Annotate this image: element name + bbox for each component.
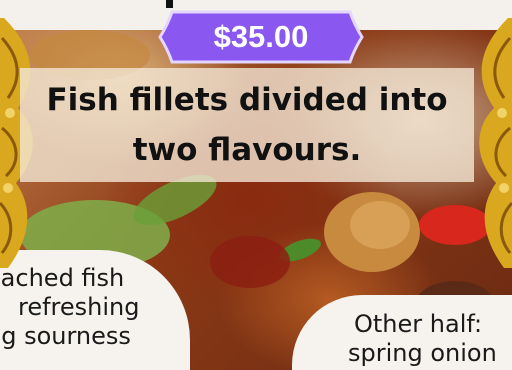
- dish-title-line-1: Fish fillets divided into: [46, 82, 448, 118]
- dish-title-line-2: two flavours.: [132, 132, 362, 168]
- caption-right-line-1: Other half:: [354, 310, 483, 338]
- title-panel: Fish fillets divided into two flavours.: [20, 68, 474, 182]
- caption-left-line-2: refreshing: [18, 293, 140, 321]
- caption-left-line-1: oached fish: [0, 264, 125, 292]
- fried-fish-highlight: [350, 201, 410, 249]
- price-text: $35.00: [213, 19, 309, 54]
- caption-right: Other half: spring onion: [348, 310, 497, 368]
- gold-ornament-right-icon: [479, 18, 512, 268]
- caption-right-line-2: spring onion: [348, 339, 497, 367]
- decorative-mark: [166, 0, 173, 8]
- dish-title: Fish fillets divided into two flavours.: [36, 75, 457, 175]
- sauce-pool: [210, 236, 290, 288]
- caption-left-line-3: ng sourness: [0, 322, 131, 350]
- price-badge: $35.00: [158, 10, 364, 64]
- caption-left: oached fish refreshing ng sourness: [0, 264, 186, 351]
